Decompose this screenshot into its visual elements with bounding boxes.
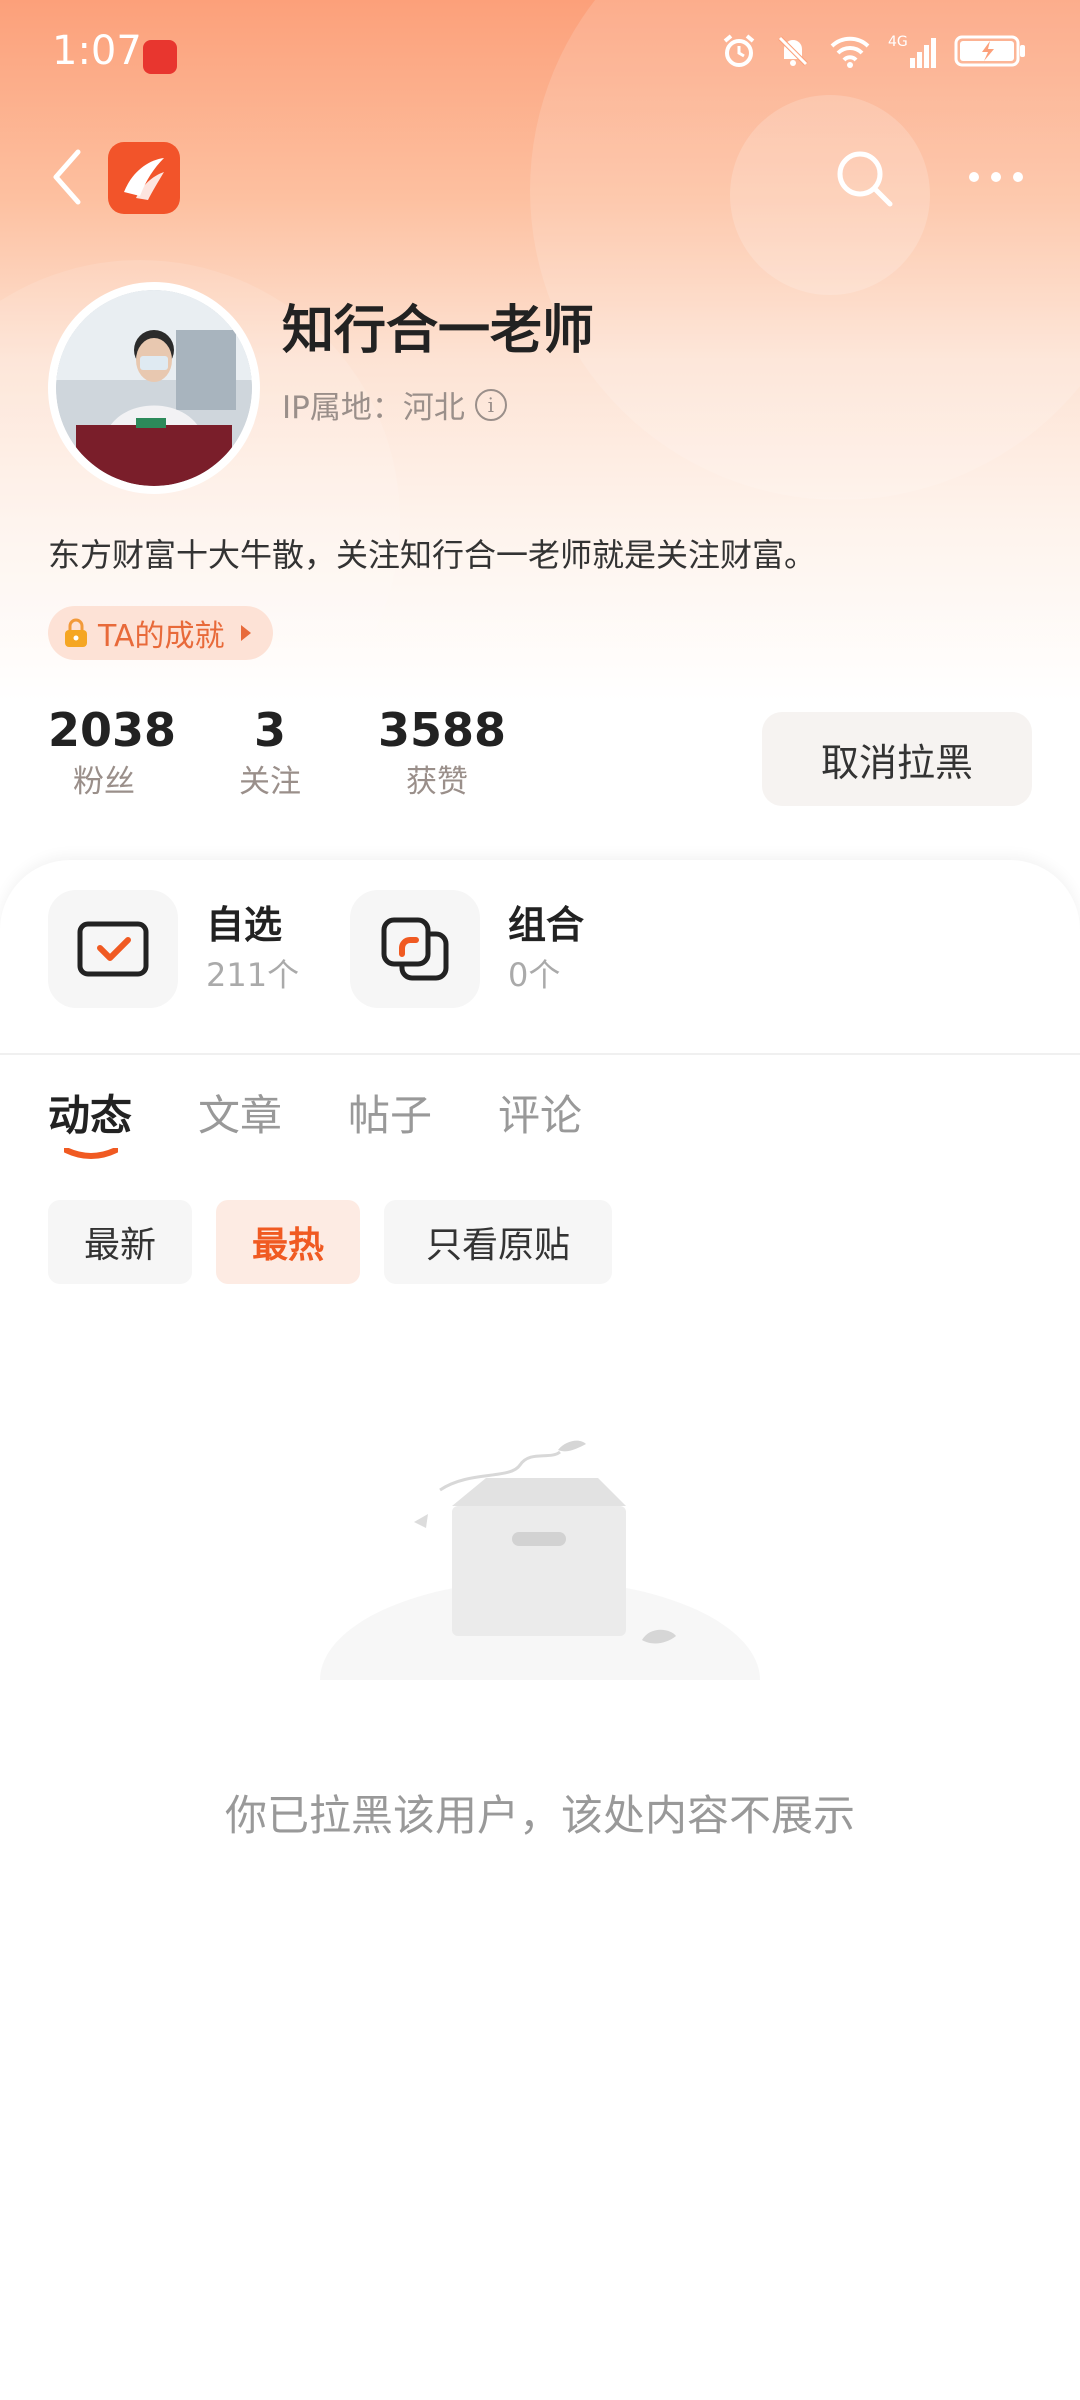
portfolio-count: 0个 [508,956,561,994]
bio: 东方财富十大牛散，关注知行合一老师就是关注财富。 [48,536,817,574]
lock-icon [62,617,90,649]
stat-value: 3 [253,703,286,757]
signal-icon: 4G [888,34,936,68]
section-divider [0,1053,1080,1055]
stat-value: 2038 [48,703,177,757]
filter-original-only[interactable]: 只看原贴 [384,1200,612,1284]
app-logo-icon [124,158,164,200]
more-button[interactable] [960,150,1032,204]
watchlist-check-icon [77,921,149,977]
status-bar: 1:07 4G [0,0,1080,110]
stat-followers[interactable]: 2038 粉丝 [48,700,177,804]
status-icons: 4G [720,32,1028,70]
search-button[interactable] [828,142,900,214]
portfolio-entry[interactable]: 组合 0个 [350,890,584,1008]
battery-charging-icon [954,35,1025,67]
empty-box-icon [310,1440,770,1710]
info-icon[interactable]: i [474,388,507,421]
chevron-left-icon [53,149,81,205]
watchlist-entry[interactable]: 自选 211个 [48,890,299,1008]
empty-state-message: 你已拉黑该用户，该处内容不展示 [224,1791,855,1840]
ip-location: IP属地：河北 [282,390,465,426]
username: 知行合一老师 [282,301,595,361]
app-logo[interactable] [108,142,180,214]
stat-label: 获赞 [406,764,468,800]
watchlist-icon-box [48,890,178,1008]
status-time: 1:07 [52,28,142,74]
tab-active-indicator [64,1148,118,1159]
avatar[interactable] [48,282,260,494]
ip-location-row: IP属地：河北 i [282,382,507,427]
wifi-icon [830,36,870,68]
achievement-label: TA的成就 [98,619,225,654]
avatar-photo [56,290,252,486]
notification-app-icon [143,40,177,74]
network-type: 4G [888,34,908,50]
filter-latest[interactable]: 最新 [48,1200,192,1284]
unblock-button[interactable]: 取消拉黑 [762,712,1032,806]
tab-posts[interactable]: 帖子 [348,1082,432,1143]
caret-right-icon [240,625,251,641]
alarm-icon [723,34,755,67]
portfolio-title: 组合 [508,903,585,947]
stat-label: 关注 [239,764,301,800]
tab-articles[interactable]: 文章 [198,1082,282,1143]
stat-likes[interactable]: 3588 获赞 [378,700,507,804]
mute-bell-icon [778,36,808,66]
tab-comments[interactable]: 评论 [498,1082,582,1143]
filter-hottest[interactable]: 最热 [216,1200,360,1284]
stat-value: 3588 [378,703,507,757]
search-icon [837,151,893,207]
tab-dynamics[interactable]: 动态 [48,1082,132,1143]
achievement-badge[interactable]: TA的成就 [48,606,273,660]
watchlist-title: 自选 [206,903,283,947]
watchlist-count: 211个 [206,956,300,994]
portfolio-icon-box [350,890,480,1008]
stat-label: 粉丝 [73,764,135,800]
stat-following[interactable]: 3 关注 [220,700,320,804]
back-button[interactable] [40,140,94,214]
more-dots-icon [969,172,1023,182]
portfolio-icon [381,917,449,981]
